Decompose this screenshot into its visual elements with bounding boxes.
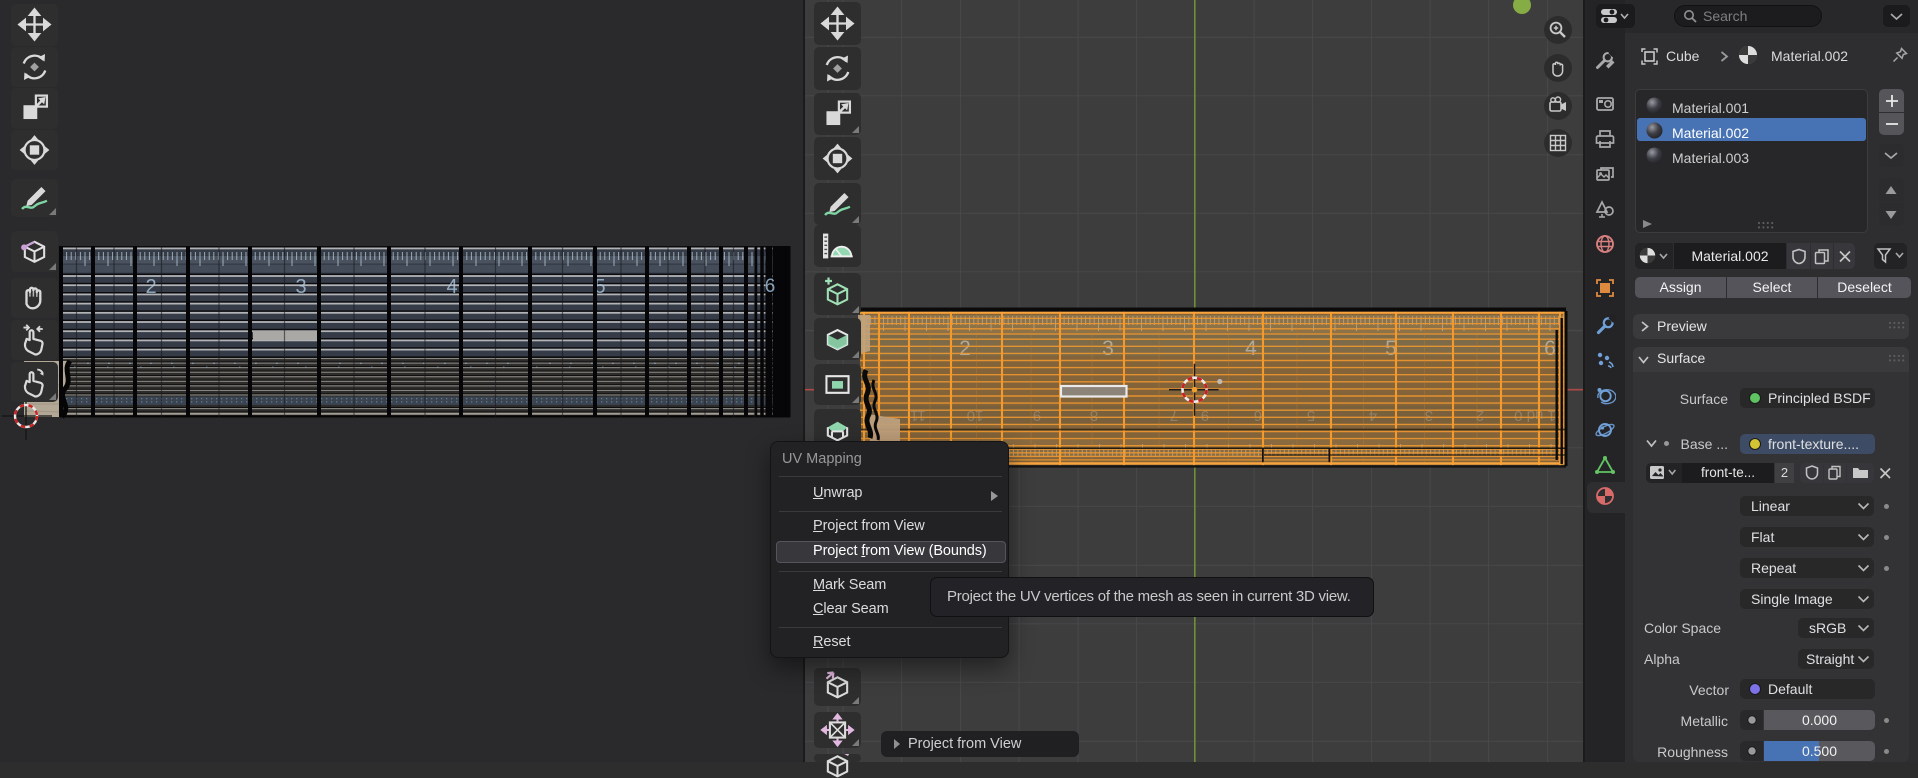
svg-text:4: 4 (1245, 337, 1257, 360)
svg-text:4: 4 (446, 276, 457, 298)
svg-text:2: 2 (959, 337, 971, 360)
svg-text:2: 2 (145, 276, 156, 298)
svg-text:3: 3 (295, 276, 306, 298)
svg-text:6: 6 (765, 276, 776, 297)
svg-text:6: 6 (1544, 337, 1556, 360)
svg-text:3: 3 (1102, 337, 1114, 360)
